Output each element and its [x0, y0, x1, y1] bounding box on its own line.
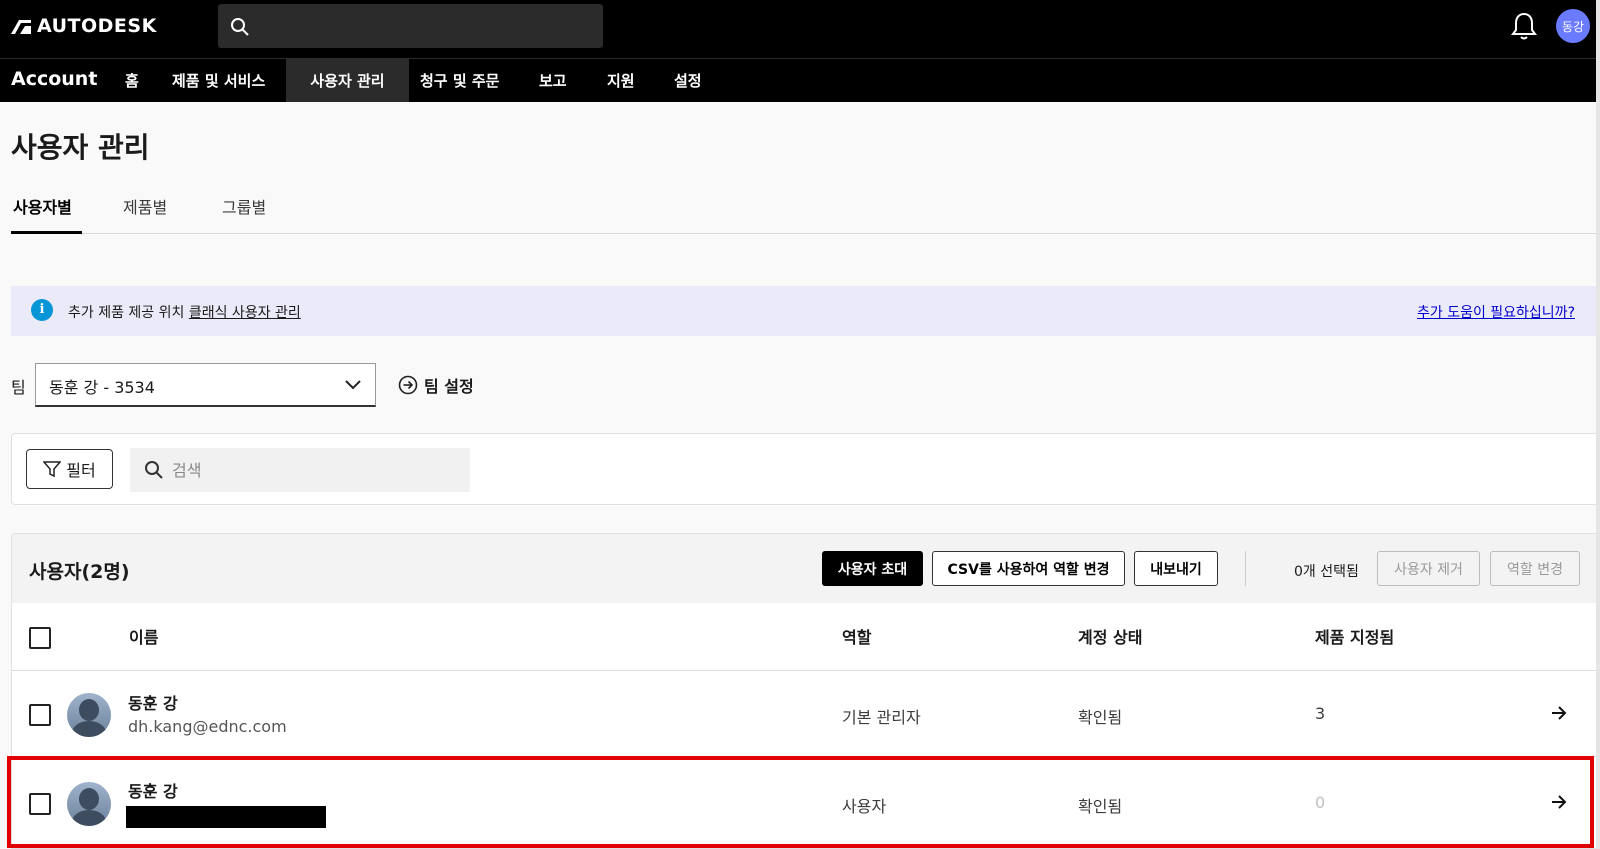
- tab-by-product[interactable]: 제품별: [123, 194, 167, 234]
- user-email: dh.kang@ednc.com: [128, 717, 287, 736]
- search-icon: [231, 18, 249, 36]
- user-role: 사용자: [842, 797, 887, 816]
- help-link[interactable]: 추가 도움이 필요하십니까?: [1417, 302, 1575, 322]
- team-settings-label: 팀 설정: [424, 377, 474, 396]
- nav-item-products[interactable]: 제품 및 서비스: [152, 59, 285, 102]
- avatar: [67, 782, 111, 826]
- user-avatar-button[interactable]: 동강: [1556, 9, 1590, 43]
- select-all-checkbox[interactable]: [29, 627, 51, 649]
- app-name[interactable]: Account: [11, 68, 97, 90]
- column-products[interactable]: 제품 지정됨: [1315, 624, 1394, 648]
- tab-by-user[interactable]: 사용자별: [11, 194, 82, 234]
- filter-button[interactable]: 필터: [26, 449, 113, 489]
- toolbar-divider: [1245, 551, 1246, 586]
- arrow-right-icon[interactable]: [1551, 795, 1567, 809]
- user-role: 기본 관리자: [842, 708, 921, 727]
- user-search-field[interactable]: [130, 448, 470, 492]
- filter-icon: [43, 461, 62, 478]
- row-divider: [12, 670, 1599, 671]
- autodesk-logo-icon: [11, 20, 31, 34]
- column-name[interactable]: 이름: [129, 624, 158, 648]
- user-name: 동훈 강: [128, 782, 178, 801]
- main-nav: Account 홈 제품 및 서비스 사용자 관리 청구 및 주문 보고 지원 …: [0, 58, 1600, 102]
- user-name: 동훈 강: [128, 694, 178, 713]
- csv-change-role-button[interactable]: CSV를 사용하여 역할 변경: [932, 551, 1125, 586]
- nav-item-reports[interactable]: 보고: [519, 59, 587, 102]
- column-role[interactable]: 역할: [842, 624, 871, 648]
- users-table-header: 사용자(2명) 사용자 초대 CSV를 사용하여 역할 변경 내보내기 0개 선…: [12, 534, 1599, 603]
- users-count: 사용자(2명): [29, 561, 130, 583]
- info-icon: i: [31, 299, 53, 321]
- arrow-circle-right-icon: [398, 375, 418, 395]
- products-assigned: 0: [1315, 793, 1326, 812]
- filter-panel: 필터: [11, 433, 1600, 505]
- nav-item-settings[interactable]: 설정: [654, 59, 722, 102]
- avatar: [67, 693, 111, 737]
- banner-text: 추가 제품 제공 위치 클래식 사용자 관리: [68, 302, 301, 322]
- team-select[interactable]: 동훈 강 - 3534: [35, 363, 376, 407]
- page-title: 사용자 관리: [11, 131, 150, 164]
- tab-by-group[interactable]: 그룹별: [222, 194, 266, 234]
- products-assigned: 3: [1315, 704, 1326, 723]
- invite-user-button[interactable]: 사용자 초대: [822, 551, 923, 586]
- notification-bell-icon[interactable]: [1510, 11, 1538, 41]
- nav-item-user-management[interactable]: 사용자 관리: [286, 59, 409, 102]
- search-icon: [145, 461, 163, 479]
- logo-text: AUTODESK: [37, 15, 157, 37]
- team-settings-link[interactable]: 팀 설정: [398, 373, 474, 397]
- top-bar: AUTODESK 동강: [0, 0, 1600, 58]
- export-button[interactable]: 내보내기: [1134, 551, 1218, 586]
- row-checkbox[interactable]: [29, 793, 51, 815]
- remove-user-button[interactable]: 사용자 제거: [1377, 551, 1480, 586]
- filter-button-label: 필터: [66, 461, 96, 480]
- info-banner: i 추가 제품 제공 위치 클래식 사용자 관리 추가 도움이 필요하십니까?: [11, 286, 1600, 336]
- selected-count: 0개 선택됨: [1294, 564, 1359, 580]
- banner-prefix: 추가 제품 제공 위치: [68, 305, 185, 321]
- page-scrollbar[interactable]: [1596, 0, 1600, 849]
- team-select-value: 동훈 강 - 3534: [49, 378, 155, 397]
- nav-item-support[interactable]: 지원: [587, 59, 655, 102]
- chevron-down-icon: [345, 380, 361, 390]
- account-status: 확인됨: [1078, 797, 1123, 816]
- classic-user-management-link[interactable]: 클래식 사용자 관리: [189, 305, 301, 321]
- team-label: 팀: [11, 378, 26, 397]
- users-table: 사용자(2명) 사용자 초대 CSV를 사용하여 역할 변경 내보내기 0개 선…: [11, 533, 1600, 849]
- change-role-button[interactable]: 역할 변경: [1490, 551, 1580, 586]
- user-search-input[interactable]: [172, 448, 462, 492]
- column-status[interactable]: 계정 상태: [1078, 624, 1142, 648]
- nav-item-home[interactable]: 홈: [105, 59, 159, 102]
- nav-item-billing[interactable]: 청구 및 주문: [400, 59, 519, 102]
- row-divider: [12, 756, 1599, 757]
- global-search-input[interactable]: [218, 4, 603, 48]
- row-checkbox[interactable]: [29, 704, 51, 726]
- arrow-right-icon[interactable]: [1551, 706, 1567, 720]
- account-status: 확인됨: [1078, 708, 1123, 727]
- autodesk-logo[interactable]: AUTODESK: [11, 15, 157, 37]
- tab-bar: 사용자별 제품별 그룹별: [11, 190, 1600, 234]
- redacted-email: [126, 806, 326, 828]
